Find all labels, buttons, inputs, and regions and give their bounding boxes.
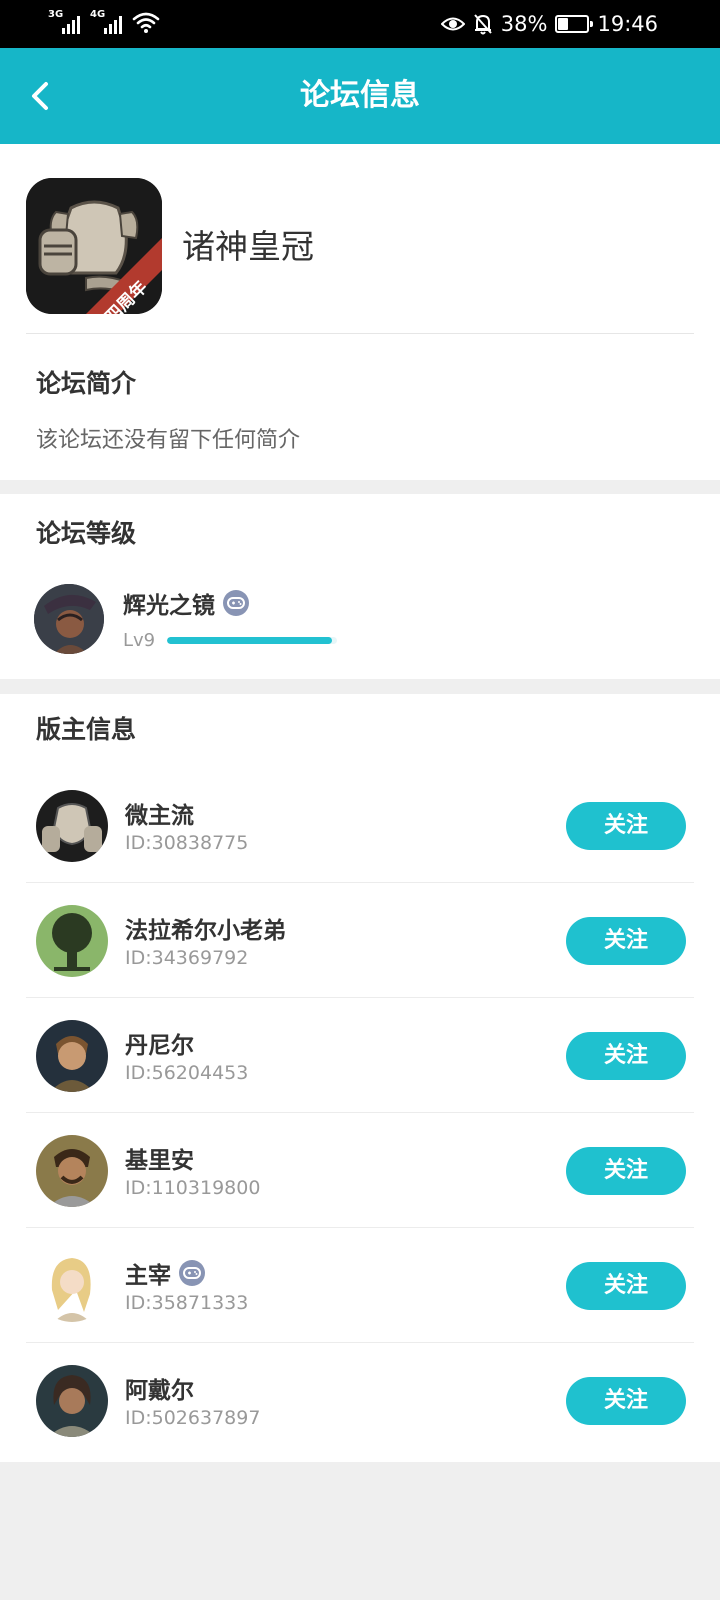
battery-level [558,18,568,30]
forum-name: 诸神皇冠 [182,227,314,266]
bell-off-icon [474,14,492,35]
moderator-name: 基里安 [125,1148,194,1174]
moderator-id: ID:35871333 [125,1292,249,1314]
network-type: 4G [90,9,106,20]
avatar [36,1250,108,1322]
battery-percent: 38% [500,12,548,36]
moderator-name-row: 微主流 [125,796,194,830]
moderator-row: 基里安 ID:110319800 关注 [0,1113,720,1228]
moderators-card: 版主信息 微主流 ID:30838775 关注 法拉希尔小老弟 ID:34369… [0,694,720,1462]
signal-icon: 4G [90,10,122,34]
avatar [36,790,108,862]
moderator-name: 微主流 [125,803,194,829]
level-progress-fill [167,637,332,644]
follow-button[interactable]: 关注 [566,1262,686,1310]
level-title: 论坛等级 [36,519,137,548]
avatar [36,1135,108,1207]
moderator-name-row: 法拉希尔小老弟 [125,911,286,945]
forum-logo: 四周年 [26,178,162,314]
follow-button[interactable]: 关注 [566,1032,686,1080]
intro-title: 论坛简介 [36,369,137,398]
level-name: 辉光之镜 [123,593,215,619]
wifi-icon [132,12,160,33]
moderator-id: ID:34369792 [125,947,249,969]
forum-level-card: 论坛等级 辉光之镜 Lv9 [0,494,720,679]
intro-text: 该论坛还没有留下任何简介 [36,428,301,453]
status-left: 3G 4G [48,10,160,34]
clock: 19:46 [597,12,658,36]
app-bar: 论坛信息 [0,48,720,144]
moderator-name: 法拉希尔小老弟 [125,918,286,944]
avatar [36,1365,108,1437]
avatar [36,1020,108,1092]
chevron-left-icon [32,82,48,110]
moderator-row: 阿戴尔 ID:502637897 关注 [0,1343,720,1458]
moderator-name: 阿戴尔 [125,1378,194,1404]
follow-button[interactable]: 关注 [566,1147,686,1195]
moderator-id: ID:30838775 [125,832,249,854]
moderator-name-row: 主宰 [125,1256,205,1290]
moderators-title: 版主信息 [36,715,137,744]
moderator-name-row: 基里安 [125,1141,194,1175]
follow-button[interactable]: 关注 [566,1377,686,1425]
follow-button[interactable]: 关注 [566,802,686,850]
moderator-row: 法拉希尔小老弟 ID:34369792 关注 [0,883,720,998]
moderator-id: ID:56204453 [125,1062,249,1084]
avatar [34,584,104,654]
moderator-name-row: 阿戴尔 [125,1371,194,1405]
moderator-name: 丹尼尔 [125,1033,194,1059]
forum-info-card: 四周年 诸神皇冠 论坛简介 该论坛还没有留下任何简介 [0,144,720,480]
level-name-row: 辉光之镜 [123,586,249,620]
page-title: 论坛信息 [300,78,420,113]
battery-icon [555,15,594,33]
status-right: 38% 19:46 [440,10,658,38]
moderator-id: ID:502637897 [125,1407,261,1429]
armor-icon: 四周年 [26,178,162,314]
moderator-name: 主宰 [125,1263,171,1289]
moderator-row: 主宰 ID:35871333 关注 [0,1228,720,1343]
moderator-id: ID:110319800 [125,1177,261,1199]
level-label: Lv9 [123,630,156,651]
avatar [36,905,108,977]
moderator-name-row: 丹尼尔 [125,1026,194,1060]
moderator-row: 微主流 ID:30838775 关注 [0,768,720,883]
back-button[interactable] [16,72,64,120]
gamepad-icon [179,1260,205,1286]
signal-icon: 3G [48,10,80,34]
moderator-row: 丹尼尔 ID:56204453 关注 [0,998,720,1113]
level-progress-bar [167,637,337,644]
network-type: 3G [48,9,64,20]
status-bar: 3G 4G 38% 19:46 [0,0,720,48]
gamepad-icon [223,590,249,616]
eye-icon [440,17,465,31]
follow-button[interactable]: 关注 [566,917,686,965]
divider [26,333,694,334]
